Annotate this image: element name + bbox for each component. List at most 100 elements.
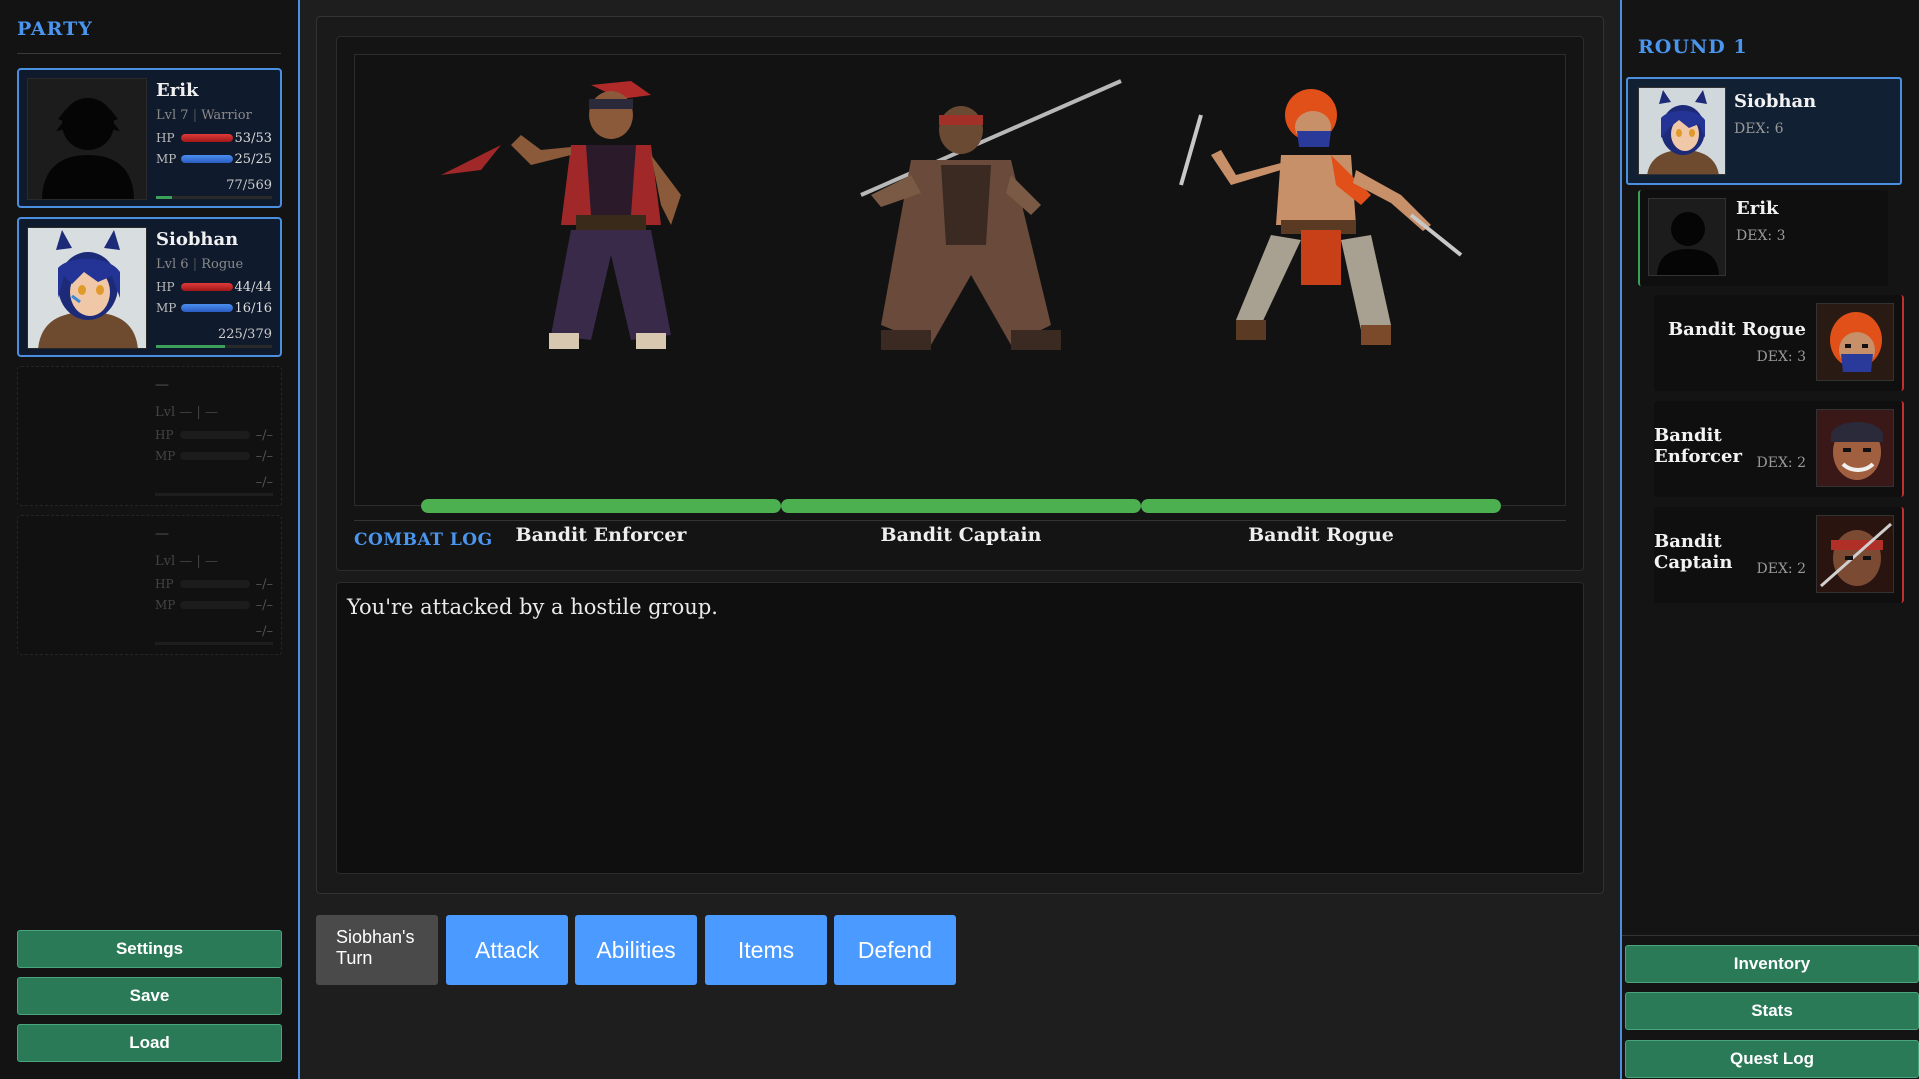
member-level: Lvl — [155, 554, 193, 569]
party-card-erik[interactable]: Erik Lvl 7 | Warrior HP 53/53 MP 25/25 7… [17, 68, 282, 208]
hp-label: HP [155, 428, 174, 442]
turn-order-panel: ROUND 1 Siobhan DEX: 6 Erik DEX: 3 Bandi… [1620, 0, 1919, 1079]
divider [17, 53, 281, 54]
mp-label: MP [155, 449, 176, 463]
turn-entry-name: Siobhan [1734, 91, 1817, 112]
bandit-captain-portrait-art [1817, 516, 1893, 592]
hp-bar-fill [181, 283, 233, 291]
hp-value: 53/53 [234, 130, 272, 146]
hp-value: –/– [255, 427, 273, 443]
hp-bar [180, 431, 250, 439]
mp-bar [180, 601, 250, 609]
silhouette-icon [28, 79, 146, 199]
save-button[interactable]: Save [17, 977, 282, 1015]
party-card-empty: — Lvl — | — HP –/– MP –/– –/– [17, 366, 282, 506]
bandit-captain-sprite [860, 79, 1122, 350]
siobhan-portrait [27, 227, 147, 349]
hp-label: HP [156, 280, 175, 294]
member-class: Rogue [201, 257, 244, 272]
mp-bar-fill [181, 155, 233, 163]
turn-entry-dex: DEX: 2 [1756, 455, 1807, 471]
party-card-siobhan[interactable]: Siobhan Lvl 6 | Rogue HP 44/44 MP 16/16 … [17, 217, 282, 357]
member-level: Lvl 6 [156, 257, 189, 272]
mp-label: MP [156, 301, 177, 315]
member-name: Erik [156, 80, 199, 101]
combat-log-title: COMBAT LOG [354, 530, 493, 550]
mp-bar [181, 304, 233, 312]
enemy-hp-fill [781, 499, 1141, 513]
erik-portrait [1648, 198, 1726, 276]
attack-button[interactable]: Attack [446, 915, 568, 985]
member-name: Siobhan [156, 229, 239, 250]
mp-bar [181, 155, 233, 163]
hp-bar [180, 580, 250, 588]
divider [354, 520, 1566, 521]
bandit-rogue-sprite [1179, 89, 1463, 345]
bandit-enforcer-portrait [1816, 409, 1894, 487]
siobhan-portrait-art [28, 228, 146, 348]
enemy-bandit-captain[interactable] [781, 75, 1141, 375]
quest-log-button[interactable]: Quest Log [1625, 1040, 1919, 1078]
bandit-rogue-portrait-art [1817, 304, 1893, 380]
mp-value: –/– [255, 597, 273, 613]
items-button[interactable]: Items [705, 915, 827, 985]
enemy-hp-bar [781, 499, 1141, 513]
empty-portrait [26, 524, 146, 646]
xp-bar-fill [156, 345, 225, 348]
defend-button[interactable]: Defend [834, 915, 956, 985]
member-meta: Lvl 7 | Warrior [156, 108, 252, 123]
enemy-name: Bandit Rogue [1248, 524, 1394, 546]
stats-button[interactable]: Stats [1625, 992, 1919, 1030]
abilities-button[interactable]: Abilities [575, 915, 697, 985]
turn-entry-dex: DEX: 6 [1734, 121, 1784, 137]
party-panel: PARTY Erik Lvl 7 | Warrior HP 53/53 MP 2… [0, 0, 300, 1079]
mp-row: MP 16/16 [156, 300, 272, 316]
enemy-hp-bar [421, 499, 781, 513]
silhouette-icon [1649, 199, 1725, 275]
bandit-captain-portrait [1816, 515, 1894, 593]
siobhan-portrait-art [1639, 88, 1725, 174]
enemy-hp-bar [1141, 499, 1501, 513]
log-entry: You're attacked by a hostile group. [347, 595, 718, 619]
hp-bar [181, 134, 233, 142]
member-level: Lvl — [155, 405, 193, 420]
mp-row: MP –/– [155, 597, 273, 613]
enemy-hp-fill [1141, 499, 1501, 513]
enemy-bandit-rogue[interactable] [1141, 75, 1501, 375]
xp-bar [156, 196, 272, 199]
turn-entry-siobhan[interactable]: Siobhan DEX: 6 [1626, 77, 1902, 185]
hp-value: 44/44 [234, 279, 272, 295]
mp-value: 16/16 [234, 300, 272, 316]
hp-row: HP 53/53 [156, 130, 272, 146]
enemy-bandit-enforcer[interactable] [421, 75, 781, 375]
hp-bar-fill [181, 134, 233, 142]
enemy-name: Bandit Captain [880, 524, 1042, 546]
turn-entry-bandit-rogue[interactable]: Bandit Rogue DEX: 3 [1654, 295, 1904, 391]
hp-row: HP –/– [155, 427, 273, 443]
xp-bar [156, 345, 272, 348]
xp-bar-fill [156, 196, 172, 199]
member-class: — [204, 405, 218, 420]
hp-label: HP [156, 131, 175, 145]
mp-bar-fill [181, 304, 233, 312]
mp-row: MP 25/25 [156, 152, 272, 167]
turn-entry-bandit-enforcer[interactable]: Bandit Enforcer DEX: 2 [1654, 401, 1904, 497]
hp-label: HP [155, 577, 174, 591]
settings-button[interactable]: Settings [17, 930, 282, 968]
combat-log[interactable]: You're attacked by a hostile group. [336, 582, 1584, 874]
inventory-button[interactable]: Inventory [1625, 945, 1919, 983]
turn-entry-erik[interactable]: Erik DEX: 3 [1638, 190, 1888, 286]
hp-value: –/– [255, 576, 273, 592]
bandit-enforcer-sprite [441, 81, 681, 349]
member-meta: Lvl — | — [155, 405, 218, 420]
member-class: Warrior [201, 108, 252, 123]
xp-bar [155, 493, 273, 496]
divider [1622, 935, 1919, 936]
load-button[interactable]: Load [17, 1024, 282, 1062]
xp-value: 225/379 [217, 327, 272, 342]
member-meta: Lvl — | — [155, 554, 218, 569]
round-label: ROUND 1 [1638, 36, 1748, 58]
xp-value: 77/569 [226, 178, 272, 193]
turn-entry-bandit-captain[interactable]: Bandit Captain DEX: 2 [1654, 507, 1904, 603]
mp-label: MP [156, 152, 177, 166]
